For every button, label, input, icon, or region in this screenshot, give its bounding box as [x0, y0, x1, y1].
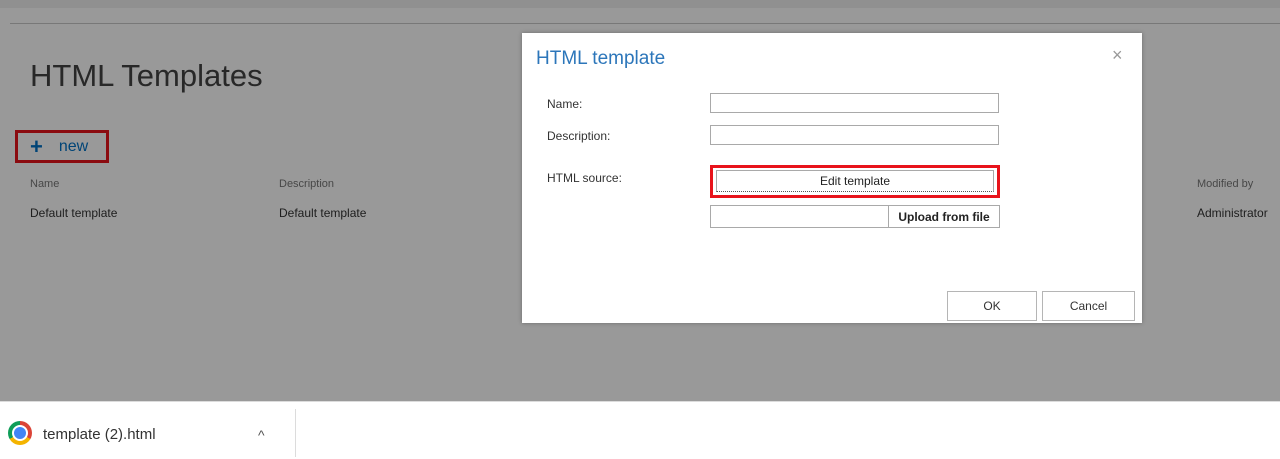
html-source-label: HTML source: — [547, 171, 622, 185]
chevron-up-icon[interactable]: ^ — [258, 427, 265, 443]
download-file-name[interactable]: template (2).html — [43, 426, 156, 443]
file-path-field[interactable] — [710, 205, 888, 228]
name-label: Name: — [547, 97, 583, 111]
edit-template-highlight: Edit template — [710, 165, 1000, 198]
edit-template-button[interactable]: Edit template — [716, 170, 994, 192]
download-separator — [295, 409, 296, 457]
download-bar — [0, 401, 1280, 459]
upload-from-file-button[interactable]: Upload from file — [888, 205, 1000, 228]
dialog-title: HTML template — [536, 48, 666, 69]
description-label: Description: — [547, 129, 611, 143]
chrome-icon — [8, 421, 32, 445]
close-icon[interactable]: × — [1112, 45, 1123, 66]
cancel-button[interactable]: Cancel — [1042, 291, 1135, 321]
description-field[interactable] — [710, 125, 999, 145]
html-template-dialog: HTML template × Name: Description: HTML … — [522, 33, 1142, 323]
ok-button[interactable]: OK — [947, 291, 1037, 321]
name-field[interactable] — [710, 93, 999, 113]
